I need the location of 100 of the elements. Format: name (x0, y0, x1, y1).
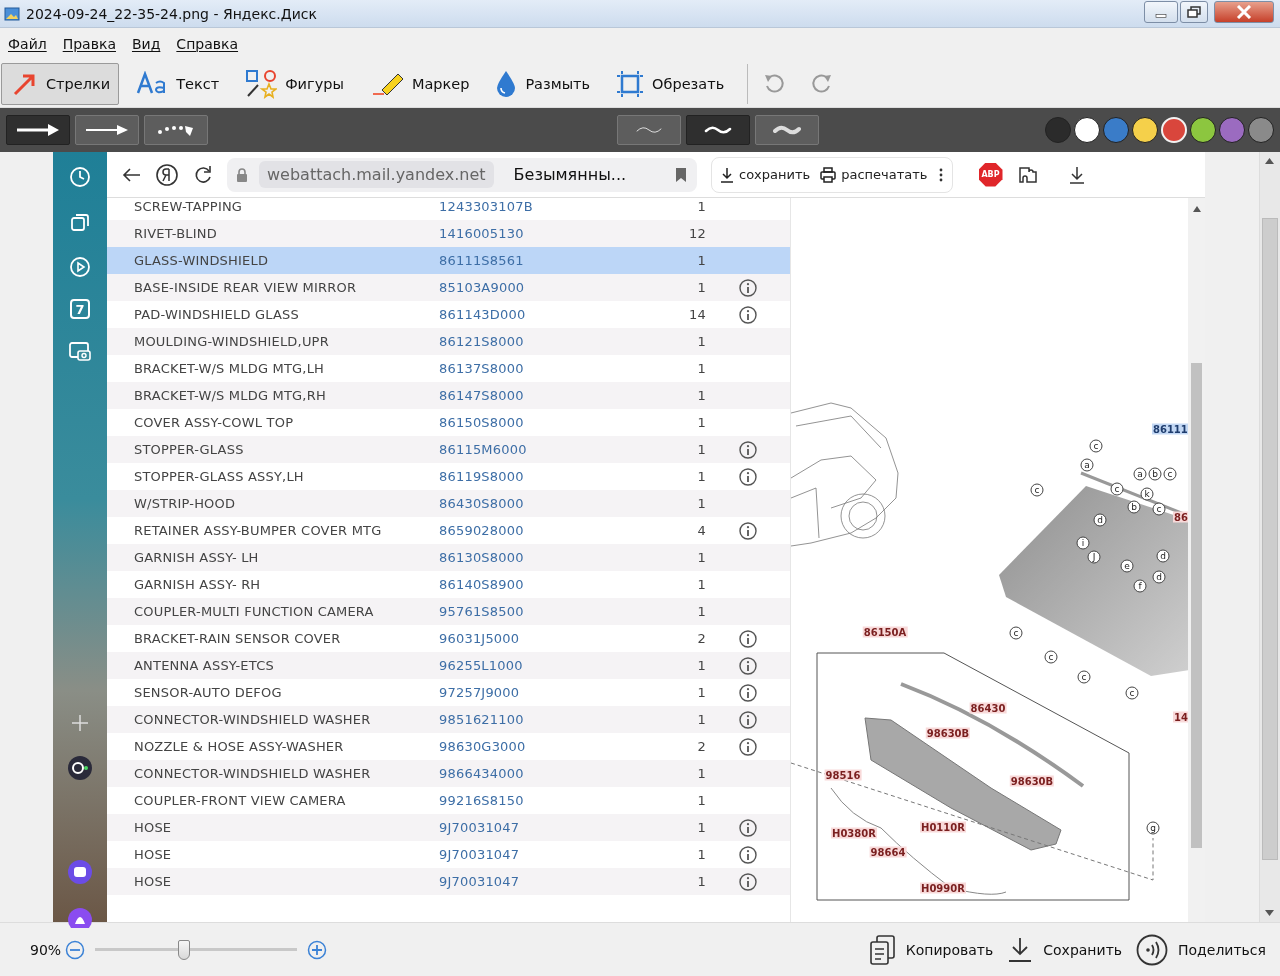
part-number-link[interactable]: 86121S8000 (439, 334, 639, 349)
part-number-link[interactable]: 8659028000 (439, 523, 639, 538)
info-icon[interactable] (739, 305, 757, 324)
tool-button[interactable]: Размыть (484, 62, 600, 105)
arrow-style-button[interactable] (6, 115, 70, 145)
color-swatch[interactable] (1190, 117, 1216, 143)
menu-item[interactable]: Правка (62, 36, 116, 52)
copy-button[interactable]: Копировать (869, 934, 994, 965)
yandex-icon[interactable] (155, 162, 179, 187)
slider-thumb[interactable] (178, 939, 190, 960)
info-icon[interactable] (739, 683, 757, 702)
bookmark-icon[interactable] (675, 166, 687, 183)
part-number-link[interactable]: 86130S8000 (439, 550, 639, 565)
arrow-style-button[interactable] (75, 115, 139, 145)
back-button[interactable] (121, 166, 141, 183)
part-number-link[interactable]: 9851621100 (439, 712, 639, 727)
scroll-up-icon[interactable] (1265, 158, 1275, 164)
scroll-down-icon[interactable] (1265, 910, 1275, 916)
tool-button[interactable]: Текст (125, 62, 229, 105)
table-row[interactable]: GLASS-WINDSHIELD 86111S8561 1 (107, 247, 790, 274)
table-row[interactable]: COVER ASSY-COWL TOP 86150S8000 1 (107, 409, 790, 436)
close-button[interactable] (1214, 0, 1274, 23)
info-icon[interactable] (739, 629, 757, 648)
table-row[interactable]: CONNECTOR-WINDSHIELD WASHER 9866434000 1 (107, 760, 790, 787)
table-row[interactable]: W/STRIP-HOOD 86430S8000 1 (107, 490, 790, 517)
part-number-link[interactable]: 96255L1000 (439, 658, 639, 673)
table-row[interactable]: STOPPER-GLASS ASSY,LH 86119S8000 1 (107, 463, 790, 490)
color-swatch[interactable] (1132, 117, 1158, 143)
part-number-link[interactable]: 9J70031047 (439, 847, 639, 862)
scroll-up-icon[interactable] (1193, 206, 1202, 212)
part-number-link[interactable]: 86140S8900 (439, 577, 639, 592)
minimize-button[interactable] (1144, 0, 1178, 23)
part-number-link[interactable]: 99216S8150 (439, 793, 639, 808)
info-icon[interactable] (739, 440, 757, 459)
color-swatch[interactable] (1074, 117, 1100, 143)
part-number-link[interactable]: 1243303107B (439, 199, 639, 214)
line-width-button[interactable] (686, 115, 750, 145)
more-icon[interactable] (937, 166, 944, 183)
color-swatch[interactable] (1045, 117, 1071, 143)
part-number-link[interactable]: 96031J5000 (439, 631, 639, 646)
address-bar[interactable]: webattach.mail.yandex.net Безымянны... (227, 157, 697, 192)
part-number-link[interactable]: 86119S8000 (439, 469, 639, 484)
share-button[interactable]: Поделиться (1136, 933, 1266, 966)
table-row[interactable]: HOSE 9J70031047 1 (107, 868, 790, 895)
table-row[interactable]: BRACKET-W/S MLDG MTG,LH 86137S8000 1 (107, 355, 790, 382)
save-button[interactable]: Сохранить (1007, 936, 1123, 963)
info-icon[interactable] (739, 710, 757, 729)
part-number-link[interactable]: 95761S8500 (439, 604, 639, 619)
part-number-link[interactable]: 86150S8000 (439, 415, 639, 430)
table-row[interactable]: SENSOR-AUTO DEFOG 97257J9000 1 (107, 679, 790, 706)
color-swatch[interactable] (1103, 117, 1129, 143)
tool-button[interactable]: Фигуры (234, 62, 353, 105)
table-row[interactable]: COUPLER-FRONT VIEW CAMERA 99216S8150 1 (107, 787, 790, 814)
adblock-extension-button[interactable]: ABP (978, 162, 1003, 187)
zoom-in-button[interactable] (307, 939, 328, 960)
part-number-link[interactable]: 9J70031047 (439, 820, 639, 835)
info-icon[interactable] (739, 818, 757, 837)
table-row[interactable]: NOZZLE & HOSE ASSY-WASHER 98630G3000 2 (107, 733, 790, 760)
part-number-link[interactable]: 86137S8000 (439, 361, 639, 376)
save-button[interactable]: сохранить (720, 166, 811, 183)
print-button[interactable]: распечатать (820, 166, 928, 183)
table-row[interactable]: HOSE 9J70031047 1 (107, 814, 790, 841)
menu-item[interactable]: Файл (8, 36, 47, 52)
info-icon[interactable] (739, 278, 757, 297)
download-icon[interactable] (1068, 165, 1085, 184)
table-row[interactable]: GARNISH ASSY- LH 86130S8000 1 (107, 544, 790, 571)
table-row[interactable]: BASE-INSIDE REAR VIEW MIRROR 85103A9000 1 (107, 274, 790, 301)
menu-item[interactable]: Справка (176, 36, 239, 52)
tool-button[interactable]: Маркер (358, 62, 479, 105)
table-row[interactable]: ANTENNA ASSY-ETCS 96255L1000 1 (107, 652, 790, 679)
table-row[interactable]: COUPLER-MULTI FUNCTION CAMERA 95761S8500 1 (107, 598, 790, 625)
part-number-link[interactable]: 85103A9000 (439, 280, 639, 295)
info-icon[interactable] (739, 521, 757, 540)
part-number-link[interactable]: 86430S8000 (439, 496, 639, 511)
arrow-style-button[interactable] (144, 115, 208, 145)
table-row[interactable]: CONNECTOR-WINDSHIELD WASHER 9851621100 1 (107, 706, 790, 733)
color-swatch[interactable] (1248, 117, 1274, 143)
tool-button[interactable]: Обрезать (605, 62, 734, 105)
info-icon[interactable] (739, 656, 757, 675)
color-swatch[interactable] (1219, 117, 1245, 143)
part-number-link[interactable]: 9866434000 (439, 766, 639, 781)
part-number-link[interactable]: 861143D000 (439, 307, 639, 322)
calendar-icon[interactable]: 7 (70, 299, 90, 319)
part-number-link[interactable]: 98630G3000 (439, 739, 639, 754)
table-row[interactable]: BRACKET-W/S MLDG MTG,RH 86147S8000 1 (107, 382, 790, 409)
table-row[interactable]: HOSE 9J70031047 1 (107, 841, 790, 868)
info-icon[interactable] (739, 845, 757, 864)
part-number-link[interactable]: 86115M6000 (439, 442, 639, 457)
play-icon[interactable] (67, 254, 93, 280)
part-number-link[interactable]: 97257J9000 (439, 685, 639, 700)
part-number-link[interactable]: 1416005130 (439, 226, 639, 241)
part-number-link[interactable]: 86147S8000 (439, 388, 639, 403)
table-row[interactable]: MOULDING-WINDSHIELD,UPR 86121S8000 1 (107, 328, 790, 355)
table-row[interactable]: RIVET-BLIND 1416005130 12 (107, 220, 790, 247)
table-row[interactable]: BRACKET-RAIN SENSOR COVER 96031J5000 2 (107, 625, 790, 652)
assistant-icon[interactable] (67, 755, 93, 781)
scrollbar-thumb[interactable] (1191, 363, 1202, 848)
part-number-link[interactable]: 86111S8561 (439, 253, 639, 268)
info-icon[interactable] (739, 737, 757, 756)
table-row[interactable]: STOPPER-GLASS 86115M6000 1 (107, 436, 790, 463)
